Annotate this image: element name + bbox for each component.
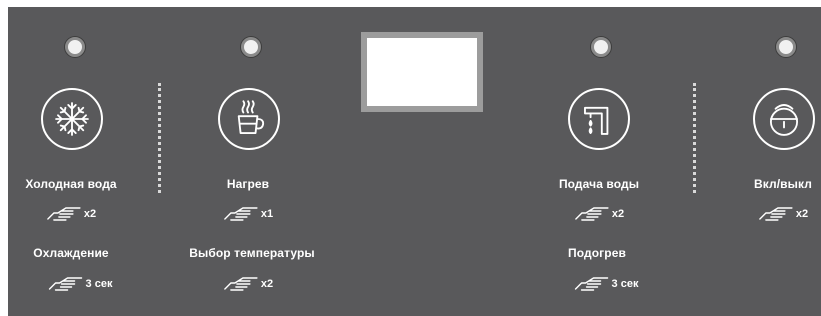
cooling-label: Охлаждение bbox=[33, 246, 109, 260]
power-label: Вкл/выкл bbox=[754, 177, 812, 191]
cold-water-gesture: x2 bbox=[46, 205, 96, 223]
preheat-press-duration: 3 сек bbox=[611, 278, 639, 290]
tap-hand-icon bbox=[224, 207, 258, 221]
display-window bbox=[361, 32, 483, 112]
preheat-label: Подогрев bbox=[568, 246, 626, 260]
hot-cup-icon bbox=[237, 100, 265, 134]
lock-icon bbox=[769, 104, 799, 136]
faucet-icon bbox=[584, 106, 609, 135]
power-press-count: x2 bbox=[795, 208, 809, 220]
snowflake-icon bbox=[55, 102, 89, 136]
tap-hand-icon bbox=[224, 277, 258, 291]
cold-indicator-led bbox=[65, 37, 85, 57]
cooling-gesture: 3 сек bbox=[48, 275, 113, 293]
cold-water-press-count: x2 bbox=[83, 208, 97, 220]
water-supply-button[interactable] bbox=[568, 88, 630, 150]
tap-hand-icon bbox=[574, 277, 609, 291]
tap-hand-icon bbox=[759, 207, 793, 221]
power-indicator-led bbox=[776, 37, 796, 57]
power-button[interactable] bbox=[753, 88, 815, 150]
heat-press-count: x1 bbox=[260, 208, 274, 220]
tap-hand-icon bbox=[47, 207, 81, 221]
supply-indicator-led bbox=[591, 37, 611, 57]
heat-gesture: x1 bbox=[223, 205, 273, 223]
control-panel: Холодная вода x2 Охлаждение 3 сек Нагрев… bbox=[8, 7, 821, 316]
cold-water-button[interactable] bbox=[41, 88, 103, 150]
temperature-select-label: Выбор температуры bbox=[189, 246, 315, 260]
heat-indicator-led bbox=[241, 37, 261, 57]
preheat-gesture: 3 сек bbox=[574, 275, 639, 293]
water-supply-label: Подача воды bbox=[558, 177, 640, 191]
display-screen bbox=[367, 38, 477, 106]
cooling-press-duration: 3 сек bbox=[85, 278, 113, 290]
water-supply-gesture: x2 bbox=[574, 205, 624, 223]
temperature-select-press-count: x2 bbox=[260, 278, 274, 290]
power-gesture: x2 bbox=[758, 205, 808, 223]
heat-label: Нагрев bbox=[226, 177, 270, 191]
tap-hand-icon bbox=[575, 207, 609, 221]
heat-button[interactable] bbox=[218, 88, 280, 150]
separator-left bbox=[158, 83, 161, 193]
temperature-select-gesture: x2 bbox=[223, 275, 273, 293]
tap-hand-icon bbox=[48, 277, 83, 291]
cold-water-label: Холодная вода bbox=[25, 177, 117, 191]
separator-right bbox=[693, 83, 696, 193]
water-supply-press-count: x2 bbox=[611, 208, 625, 220]
